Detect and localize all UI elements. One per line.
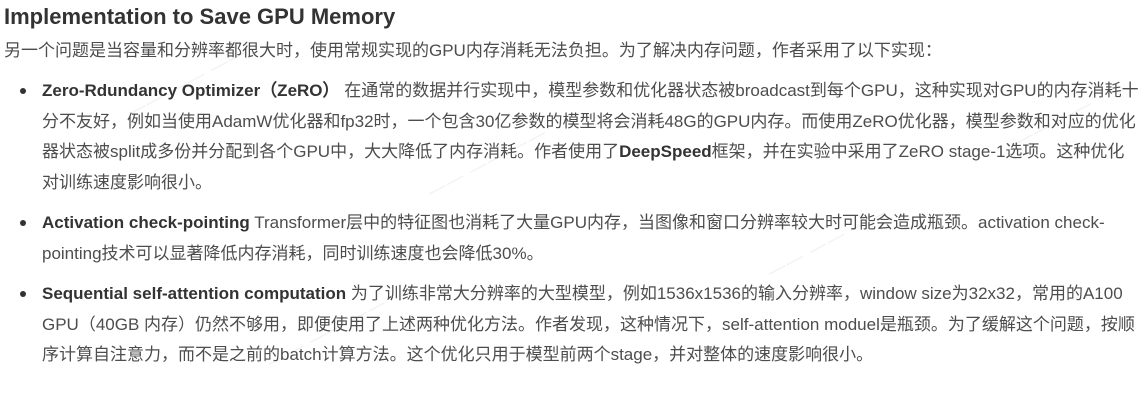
list-item: Zero-Rdundancy Optimizer（ZeRO） 在通常的数据并行实… xyxy=(20,76,1139,198)
bullet-term: Sequential self-attention computation xyxy=(42,284,347,303)
section-heading: Implementation to Save GPU Memory xyxy=(4,4,396,29)
bullet-bold-inline: DeepSpeed xyxy=(619,142,712,161)
bullet-term: Zero-Rdundancy Optimizer（ZeRO） xyxy=(42,81,340,100)
article-section: Implementation to Save GPU Memory 另一个问题是… xyxy=(0,0,1143,371)
list-item: Activation check-pointing Transformer层中的… xyxy=(20,208,1139,269)
list-item: Sequential self-attention computation 为了… xyxy=(20,279,1139,371)
bullet-term: Activation check-pointing xyxy=(42,213,250,232)
bullet-list: Zero-Rdundancy Optimizer（ZeRO） 在通常的数据并行实… xyxy=(4,76,1139,371)
intro-paragraph: 另一个问题是当容量和分辨率都很大时，使用常规实现的GPU内存消耗无法负担。为了解… xyxy=(4,41,942,60)
